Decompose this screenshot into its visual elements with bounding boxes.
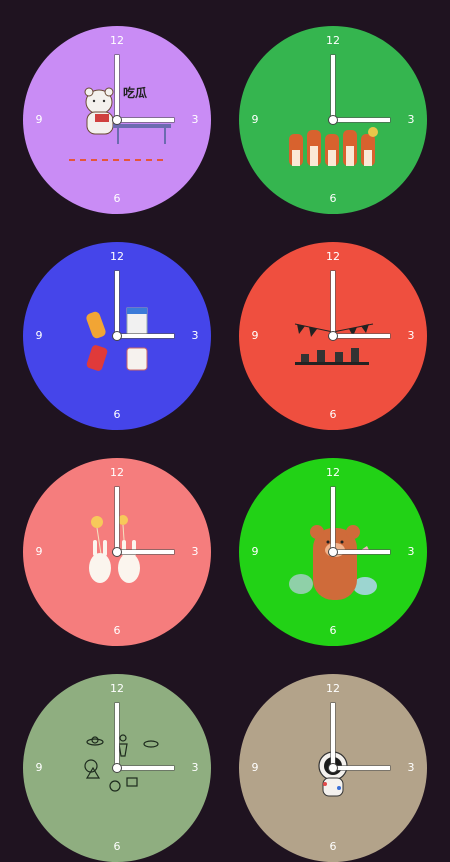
clock-face-7[interactable]: 12 3 6 9 xyxy=(23,674,211,862)
hour-hand xyxy=(331,271,335,337)
minute-hand xyxy=(116,118,174,122)
numeral-12: 12 xyxy=(326,250,340,263)
numeral-6: 6 xyxy=(113,408,121,421)
numeral-9: 9 xyxy=(35,113,43,126)
minute-hand xyxy=(332,766,390,770)
minute-hand xyxy=(332,334,390,338)
numeral-9: 9 xyxy=(35,545,43,558)
numeral-12: 12 xyxy=(326,682,340,695)
numeral-9: 9 xyxy=(251,329,259,342)
numeral-3: 3 xyxy=(191,545,199,558)
numeral-12: 12 xyxy=(326,34,340,47)
numeral-9: 9 xyxy=(251,761,259,774)
clock-face-gallery: 吃瓜 12 3 6 9 12 3 6 9 12 3 6 9 12 3 6 9 1… xyxy=(0,0,450,862)
clock-center xyxy=(329,548,337,556)
numeral-12: 12 xyxy=(326,466,340,479)
clock-center xyxy=(113,332,121,340)
minute-hand xyxy=(116,334,174,338)
hour-hand xyxy=(115,703,119,769)
hour-hand xyxy=(115,271,119,337)
numeral-6: 6 xyxy=(329,192,337,205)
numeral-3: 3 xyxy=(407,113,415,126)
hour-hand xyxy=(331,487,335,553)
numeral-6: 6 xyxy=(329,408,337,421)
clock-face-6[interactable]: 12 3 6 9 xyxy=(239,458,427,646)
clock-center xyxy=(113,548,121,556)
clock-center xyxy=(113,764,121,772)
numeral-3: 3 xyxy=(407,761,415,774)
clock-face-2[interactable]: 12 3 6 9 xyxy=(239,26,427,214)
numeral-6: 6 xyxy=(113,624,121,637)
minute-hand xyxy=(116,766,174,770)
hour-hand xyxy=(115,487,119,553)
numeral-12: 12 xyxy=(110,682,124,695)
hour-hand xyxy=(115,55,119,121)
clock-face-4[interactable]: 12 3 6 9 xyxy=(239,242,427,430)
numeral-12: 12 xyxy=(110,34,124,47)
numeral-6: 6 xyxy=(113,840,121,853)
numeral-12: 12 xyxy=(110,466,124,479)
caption-text: 吃瓜 xyxy=(123,86,148,100)
numeral-6: 6 xyxy=(329,840,337,853)
minute-hand xyxy=(332,550,390,554)
clock-center xyxy=(329,116,337,124)
numeral-9: 9 xyxy=(251,113,259,126)
numeral-9: 9 xyxy=(35,761,43,774)
numeral-6: 6 xyxy=(113,192,121,205)
numeral-12: 12 xyxy=(110,250,124,263)
minute-hand xyxy=(332,118,390,122)
minute-hand xyxy=(116,550,174,554)
hour-hand xyxy=(331,55,335,121)
numeral-3: 3 xyxy=(191,329,199,342)
numeral-9: 9 xyxy=(35,329,43,342)
numeral-9: 9 xyxy=(251,545,259,558)
clock-face-1[interactable]: 吃瓜 12 3 6 9 xyxy=(23,26,211,214)
numeral-3: 3 xyxy=(407,329,415,342)
clock-face-5[interactable]: 12 3 6 9 xyxy=(23,458,211,646)
hour-hand xyxy=(331,703,335,769)
numeral-6: 6 xyxy=(329,624,337,637)
clock-face-8[interactable]: 12 3 6 9 xyxy=(239,674,427,862)
clock-face-3[interactable]: 12 3 6 9 xyxy=(23,242,211,430)
numeral-3: 3 xyxy=(191,761,199,774)
clock-center xyxy=(329,764,337,772)
numeral-3: 3 xyxy=(191,113,199,126)
clock-center xyxy=(113,116,121,124)
clock-center xyxy=(329,332,337,340)
numeral-3: 3 xyxy=(407,545,415,558)
